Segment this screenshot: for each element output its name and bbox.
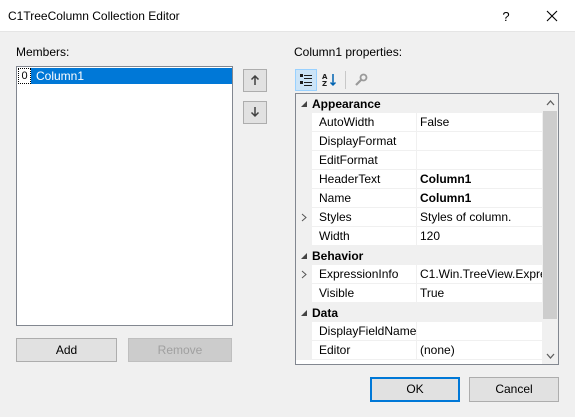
alphabetical-icon: A Z [322, 73, 337, 87]
ok-button[interactable]: OK [370, 377, 460, 402]
property-pages-button[interactable] [350, 69, 372, 91]
row-margin [296, 341, 312, 360]
scroll-thumb[interactable] [543, 111, 557, 319]
property-row-editformat[interactable]: EditFormat [296, 151, 544, 170]
property-row-displayformat[interactable]: DisplayFormat [296, 132, 544, 151]
property-value[interactable]: C1.Win.TreeView.Expres [417, 265, 544, 284]
close-icon [546, 10, 558, 22]
property-value[interactable] [417, 132, 544, 151]
property-value[interactable]: True [417, 284, 544, 303]
row-margin [296, 170, 312, 189]
property-value[interactable]: Column1 [417, 189, 544, 208]
property-row-autowidth[interactable]: AutoWidth False [296, 113, 544, 132]
add-button[interactable]: Add [16, 338, 117, 362]
collapse-icon[interactable] [296, 303, 312, 322]
row-margin [296, 322, 312, 341]
property-value[interactable]: Column1 [417, 170, 544, 189]
property-grid-toolbar: A Z [295, 68, 374, 92]
property-value[interactable]: (none) [417, 341, 544, 360]
alphabetical-button[interactable]: A Z [319, 69, 341, 91]
property-name: Visible [312, 284, 417, 303]
property-name: AutoWidth [312, 113, 417, 132]
expand-icon[interactable] [296, 208, 312, 227]
collapse-icon[interactable] [296, 94, 312, 113]
row-margin [296, 132, 312, 151]
arrow-down-icon [250, 107, 260, 118]
property-value[interactable] [417, 322, 544, 341]
row-margin [296, 113, 312, 132]
vertical-scrollbar[interactable] [542, 94, 558, 364]
list-item[interactable]: 0 Column1 [18, 68, 232, 84]
cancel-button[interactable]: Cancel [469, 377, 559, 402]
properties-label: Column1 properties: [294, 45, 403, 59]
property-value[interactable]: False [417, 113, 544, 132]
arrow-up-icon [250, 75, 260, 85]
property-row-expressioninfo[interactable]: ExpressionInfo C1.Win.TreeView.Expres [296, 265, 544, 284]
property-value[interactable]: 120 [417, 227, 544, 246]
property-value[interactable]: Styles of column. [417, 208, 544, 227]
property-name: Styles [312, 208, 417, 227]
members-label: Members: [16, 45, 70, 59]
property-row-headertext[interactable]: HeaderText Column1 [296, 170, 544, 189]
property-name: ExpressionInfo [312, 265, 417, 284]
category-appearance[interactable]: Appearance [296, 94, 544, 113]
property-name: DisplayFieldName [312, 322, 417, 341]
toolbar-separator [345, 71, 346, 89]
categorized-icon [300, 74, 312, 86]
property-name: HeaderText [312, 170, 417, 189]
property-row-name[interactable]: Name Column1 [296, 189, 544, 208]
help-icon: ? [502, 8, 510, 24]
expand-icon[interactable] [296, 265, 312, 284]
svg-text:Z: Z [322, 80, 327, 87]
property-row-displayfieldname[interactable]: DisplayFieldName [296, 322, 544, 341]
property-grid[interactable]: Appearance AutoWidth False DisplayFormat… [295, 93, 559, 365]
property-value[interactable] [417, 151, 544, 170]
remove-button[interactable]: Remove [128, 338, 232, 362]
close-button[interactable] [532, 0, 572, 32]
title-bar: C1TreeColumn Collection Editor ? [0, 0, 575, 32]
categorized-button[interactable] [295, 69, 317, 91]
property-row-styles[interactable]: Styles Styles of column. [296, 208, 544, 227]
row-margin [296, 151, 312, 170]
category-data[interactable]: Data [296, 303, 544, 322]
property-pages-icon [355, 73, 368, 86]
property-name: Width [312, 227, 417, 246]
chevron-up-icon [546, 99, 554, 105]
property-name: Editor [312, 341, 417, 360]
property-name: Name [312, 189, 417, 208]
row-margin [296, 284, 312, 303]
category-behavior[interactable]: Behavior [296, 246, 544, 265]
property-row-width[interactable]: Width 120 [296, 227, 544, 246]
move-down-button[interactable] [243, 101, 267, 124]
member-name: Column1 [31, 68, 232, 84]
collapse-icon[interactable] [296, 246, 312, 265]
category-label: Behavior [312, 248, 364, 263]
move-up-button[interactable] [243, 69, 267, 92]
row-margin [296, 227, 312, 246]
member-index: 0 [18, 68, 31, 84]
property-name: EditFormat [312, 151, 417, 170]
scroll-down-button[interactable] [542, 347, 558, 364]
category-label: Appearance [312, 96, 381, 111]
scroll-up-button[interactable] [542, 94, 558, 111]
window-title: C1TreeColumn Collection Editor [8, 9, 180, 23]
members-list[interactable]: 0 Column1 [16, 66, 233, 326]
property-name: DisplayFormat [312, 132, 417, 151]
help-button[interactable]: ? [488, 0, 524, 32]
chevron-down-icon [546, 353, 554, 359]
property-row-visible[interactable]: Visible True [296, 284, 544, 303]
property-row-editor[interactable]: Editor (none) [296, 341, 544, 360]
category-label: Data [312, 305, 339, 320]
row-margin [296, 189, 312, 208]
